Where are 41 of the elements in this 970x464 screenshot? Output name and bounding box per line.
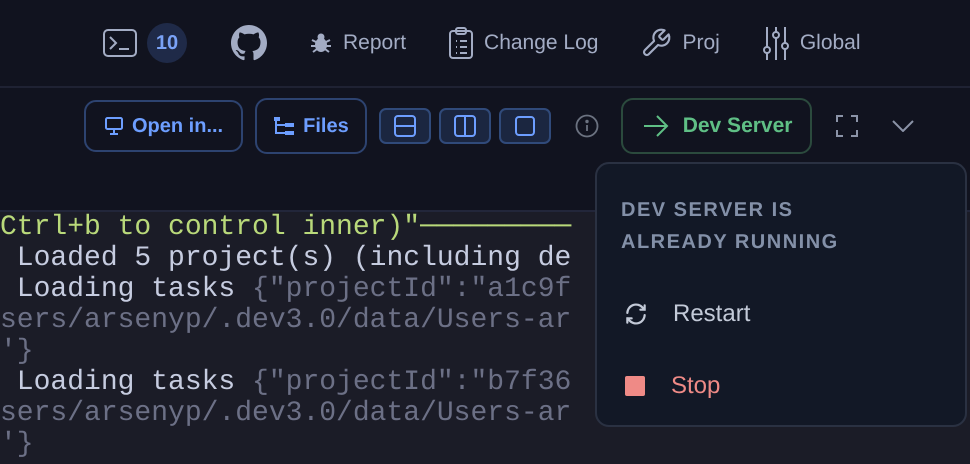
bug-icon bbox=[309, 31, 333, 55]
layout-button[interactable] bbox=[438, 108, 491, 144]
split-columns-icon bbox=[454, 115, 476, 137]
open-in-button[interactable]: Open in... bbox=[84, 100, 244, 152]
info-icon[interactable] bbox=[574, 114, 599, 138]
stop-menu-item[interactable]: Stop bbox=[621, 350, 720, 422]
project-settings-button[interactable]: Proj bbox=[640, 27, 720, 59]
restart-menu-item[interactable]: Restart bbox=[621, 278, 750, 350]
menu-header: DEV SERVER IS ALREADY RUNNING bbox=[621, 198, 840, 255]
terminal-line: '} bbox=[0, 336, 35, 367]
dev-server-button[interactable]: Dev Server bbox=[620, 98, 812, 154]
layout-button[interactable] bbox=[378, 108, 431, 144]
chevron-down-icon[interactable] bbox=[892, 120, 914, 132]
arrow-right-icon bbox=[642, 115, 669, 137]
terminal-line: Loading tasks {"projectId":"a1c9f bbox=[16, 274, 572, 305]
file-tree-icon bbox=[273, 116, 296, 136]
terminal-line: sers/arsenyp/.dev3.0/data/Users-ar bbox=[0, 398, 572, 429]
count-badge: 10 bbox=[147, 23, 187, 63]
clipboard-icon bbox=[448, 27, 474, 59]
terminal-line: sers/arsenyp/.dev3.0/data/Users-ar bbox=[0, 305, 572, 336]
monitor-icon bbox=[104, 116, 124, 136]
split-rows-icon bbox=[394, 115, 416, 137]
refresh-icon bbox=[623, 301, 649, 327]
wrench-icon bbox=[640, 27, 672, 59]
github-icon bbox=[231, 25, 267, 61]
terminal-line: '} bbox=[0, 429, 35, 460]
single-pane-icon bbox=[514, 115, 536, 137]
github-button[interactable] bbox=[231, 25, 267, 61]
report-button[interactable]: Report bbox=[309, 31, 406, 55]
change-log-button[interactable]: Change Log bbox=[448, 27, 598, 59]
global-settings-button[interactable]: Global bbox=[762, 26, 861, 60]
files-button[interactable]: Files bbox=[255, 98, 367, 154]
terminal-icon bbox=[103, 29, 137, 57]
layout-button[interactable] bbox=[498, 108, 551, 144]
terminal-button[interactable] bbox=[103, 29, 137, 57]
terminal-line: Loading tasks {"projectId":"b7f36 bbox=[16, 367, 572, 398]
terminal-line: Ctrl+b to control inner)"───────── bbox=[0, 212, 572, 243]
sliders-icon bbox=[762, 26, 790, 60]
terminal-line: Loaded 5 project(s) (including de bbox=[16, 243, 572, 274]
stop-icon bbox=[625, 376, 645, 396]
fullscreen-icon[interactable] bbox=[836, 115, 858, 137]
